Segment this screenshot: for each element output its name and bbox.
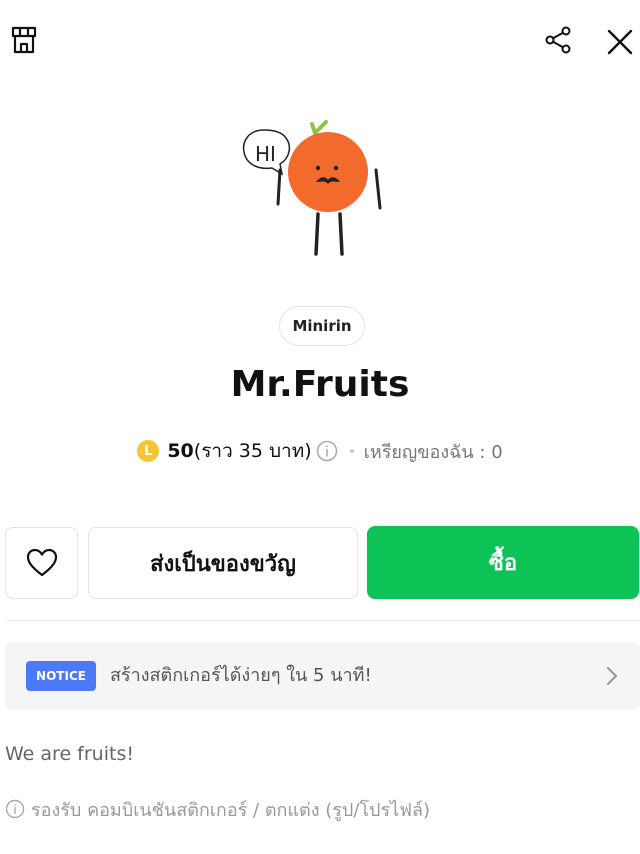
- product-description: We are fruits!: [5, 743, 134, 765]
- like-button[interactable]: [5, 527, 78, 599]
- speech-bubble-text: HI: [255, 142, 276, 166]
- notice-text: สร้างสติกเกอร์ได้ง่ายๆ ใน 5 นาที!: [110, 665, 372, 686]
- buy-button[interactable]: ซื้อ: [367, 526, 639, 599]
- price-approx: (ราว 35 บาท): [193, 440, 312, 462]
- share-icon[interactable]: [540, 22, 576, 58]
- author-link[interactable]: Minirin: [279, 306, 365, 346]
- divider: [5, 620, 640, 621]
- gift-button[interactable]: ส่งเป็นของขวัญ: [88, 527, 358, 599]
- price-coins: 50: [167, 440, 194, 462]
- info-icon: [5, 799, 25, 819]
- support-info: รองรับ คอมบิเนชันสติกเกอร์ / ตกแต่ง (รูป…: [5, 795, 430, 823]
- line-coin-icon: L: [137, 440, 160, 462]
- chevron-right-icon: [606, 666, 618, 690]
- support-text: รองรับ คอมบิเนชันสติกเกอร์ / ตกแต่ง (รูป…: [31, 799, 430, 821]
- notice-banner[interactable]: NOTICE สร้างสติกเกอร์ได้ง่ายๆ ใน 5 นาที!: [5, 642, 640, 710]
- notice-badge: NOTICE: [26, 661, 96, 691]
- coin-balance: เหรียญของฉัน : 0: [363, 441, 503, 463]
- info-icon[interactable]: [316, 440, 338, 462]
- shop-icon[interactable]: [6, 22, 42, 58]
- top-bar: [0, 0, 640, 84]
- author-name: Minirin: [292, 317, 352, 335]
- price-row: L 50 (ราว 35 บาท) เหรียญของฉัน : 0: [0, 434, 640, 468]
- separator-dot: [349, 449, 354, 453]
- heart-icon: [26, 548, 57, 577]
- product-title: Mr.Fruits: [230, 364, 410, 405]
- close-icon[interactable]: [600, 22, 640, 62]
- sticker-preview-image: HI: [236, 110, 396, 262]
